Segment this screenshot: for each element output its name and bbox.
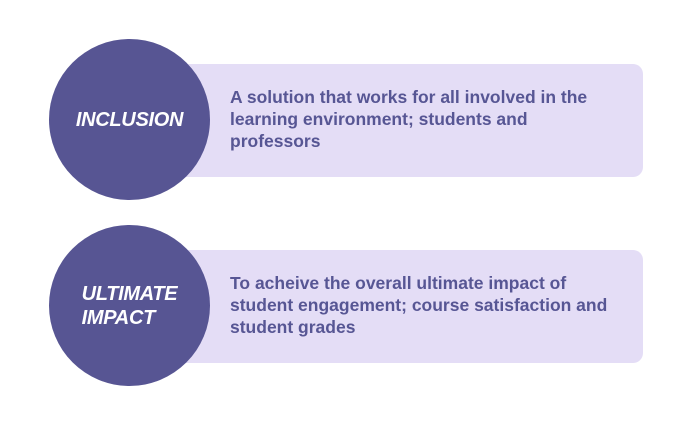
inclusion-description: A solution that works for all involved i… (230, 87, 588, 151)
inclusion-title: INCLUSION (75, 108, 184, 131)
ultimate-impact-description: To acheive the overall ultimate impact o… (230, 273, 608, 337)
inclusion-circle: INCLUSION (49, 39, 210, 200)
ultimate-impact-item: To acheive the overall ultimate impact o… (0, 223, 692, 387)
ultimate-impact-title: ULTIMATE IMPACT (81, 282, 178, 329)
inclusion-item: A solution that works for all involved i… (0, 37, 692, 201)
ultimate-impact-circle: ULTIMATE IMPACT (49, 225, 210, 386)
